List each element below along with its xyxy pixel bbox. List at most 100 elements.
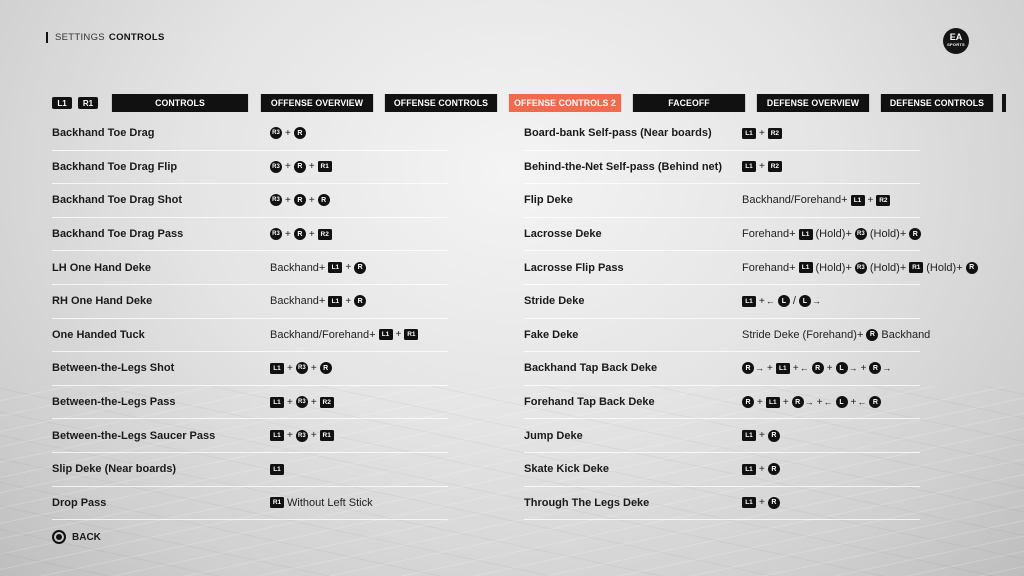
button-combo: R + L1 + R → + ← L + ← R: [742, 396, 882, 409]
plus-sign: +: [792, 362, 799, 374]
shoulder-button-icon: R2: [876, 194, 891, 206]
plus-sign: +: [757, 396, 763, 408]
tab-faceoff[interactable]: FACEOFF: [632, 94, 746, 112]
plus-sign: +: [285, 127, 291, 139]
control-name: Board-bank Self-pass (Near boards): [524, 127, 712, 140]
back-button[interactable]: BACK: [52, 530, 101, 544]
tab-offense-overview[interactable]: OFFENSE OVERVIEW: [260, 94, 374, 112]
stick-click-icon: R3: [295, 362, 308, 375]
logo-text: EA: [949, 32, 963, 42]
plus-sign: +: [287, 362, 293, 374]
control-row: Backhand Toe Drag Pass R3 + R + R2: [52, 218, 448, 252]
control-row: Fake Deke Stride Deke (Forehand)+ R Backhan…: [524, 319, 930, 353]
shoulder-button-icon: L1: [742, 127, 756, 139]
control-name: Backhand Toe Drag Flip: [52, 160, 178, 173]
plus-sign: +: [759, 127, 765, 139]
stick-click-icon: R3: [295, 396, 308, 409]
analog-stick-icon: L: [798, 295, 811, 308]
button-combo: Backhand+ L1 + R: [270, 295, 367, 308]
shoulder-button-icon: L1: [850, 194, 865, 206]
button-combo: L1: [270, 463, 284, 475]
shoulder-button-icon: L1: [742, 463, 756, 475]
combo-text: Backhand: [881, 328, 931, 341]
breadcrumb-parent: SETTINGS: [55, 32, 105, 43]
plus-sign: +: [310, 396, 317, 408]
control-name: Between-the-Legs Pass: [52, 396, 176, 409]
control-name: Lacrosse Deke: [524, 228, 602, 241]
control-row: Lacrosse Flip Pass Forehand+ L1 (Hold)+ R3 (H…: [524, 251, 978, 285]
combo-text: Stride Deke (Forehand)+: [742, 328, 864, 341]
plus-sign: +: [759, 497, 765, 509]
plus-sign: +: [767, 362, 773, 374]
plus-sign: +: [867, 194, 874, 206]
analog-stick-icon: L: [835, 362, 848, 375]
plus-sign: +: [287, 396, 293, 408]
control-row: Drop Pass R1 Without Left Stick: [52, 487, 448, 521]
shoulder-button-icon: R2: [767, 127, 782, 139]
r1-bumper-icon[interactable]: R1: [78, 97, 98, 109]
direction-arrow-icon: ←: [857, 397, 867, 408]
tab-offense-controls[interactable]: OFFENSE CONTROLS: [384, 94, 498, 112]
control-name: Fake Deke: [524, 328, 579, 341]
control-name: Behind-the-Net Self-pass (Behind net): [524, 160, 723, 173]
ea-sports-logo: EA SPORTS: [943, 28, 969, 54]
analog-stick-icon: R: [354, 295, 367, 308]
combo-text: Forehand+: [742, 261, 796, 274]
direction-arrow-icon: ←: [799, 363, 809, 374]
control-row: Backhand Toe Drag R3 + R: [52, 117, 448, 151]
shoulder-button-icon: L1: [798, 228, 813, 240]
back-label: BACK: [72, 531, 101, 543]
shoulder-button-icon: R1: [909, 262, 924, 274]
stick-click-icon: R3: [295, 429, 308, 442]
button-combo: L1 + R3 + R: [270, 362, 332, 375]
analog-stick-icon: R: [293, 127, 306, 140]
shoulder-button-icon: L1: [270, 396, 284, 408]
stick-click-icon: R3: [270, 127, 282, 140]
button-combo: Stride Deke (Forehand)+ R Backhand: [742, 328, 931, 341]
plus-sign: +: [759, 463, 765, 475]
control-name: Stride Deke: [524, 295, 585, 308]
plus-sign: +: [759, 161, 765, 173]
plus-sign: +: [782, 396, 789, 408]
control-row: Board-bank Self-pass (Near boards) L1 + R2: [524, 117, 920, 151]
control-name: Jump Deke: [524, 429, 583, 442]
control-name: Forehand Tap Back Deke: [524, 396, 655, 409]
button-combo: L1 + ← L / L →: [742, 295, 821, 308]
shoulder-button-icon: L1: [775, 362, 790, 374]
plus-sign: +: [395, 329, 402, 341]
direction-arrow-icon: →: [755, 363, 764, 374]
breadcrumb: SETTINGS CONTROLS: [46, 32, 165, 43]
l1-bumper-icon[interactable]: L1: [52, 97, 72, 109]
plus-sign: +: [826, 362, 833, 374]
control-row: Slip Deke (Near boards) L1: [52, 453, 448, 487]
control-row: Stride Deke L1 + ← L / L →: [524, 285, 920, 319]
combo-text: Backhand+: [270, 295, 326, 308]
analog-stick-icon: L: [777, 295, 790, 308]
control-row: Between-the-Legs Pass L1 + R3 + R2: [52, 386, 448, 420]
plus-sign: +: [285, 161, 291, 173]
plus-sign: +: [285, 228, 291, 240]
control-name: One Handed Tuck: [52, 328, 145, 341]
combo-text: Backhand/Forehand+: [742, 194, 848, 207]
analog-stick-icon: R: [767, 429, 780, 442]
control-row: Backhand Toe Drag Shot R3 + R + R: [52, 184, 448, 218]
tab-bar-end: [1002, 94, 1006, 112]
controls-list-left: Backhand Toe Drag R3 + R Backhand Toe Drag F…: [52, 117, 448, 521]
tab-defense-controls[interactable]: DEFENSE CONTROLS: [880, 94, 994, 112]
tab-defense-overview[interactable]: DEFENSE OVERVIEW: [756, 94, 870, 112]
shoulder-button-icon: R1: [317, 161, 332, 173]
tab-offense-controls-2[interactable]: OFFENSE CONTROLS 2: [508, 94, 622, 112]
direction-arrow-icon: ←: [765, 296, 775, 307]
controls-list-right: Board-bank Self-pass (Near boards) L1 + R2 B…: [524, 117, 978, 521]
combo-text: (Hold)+: [815, 228, 852, 241]
analog-stick-icon: R: [869, 396, 882, 409]
plus-sign: +: [308, 228, 315, 240]
shoulder-button-icon: L1: [742, 295, 756, 307]
control-row: Between-the-Legs Shot L1 + R3 + R: [52, 352, 448, 386]
tab-controls[interactable]: CONTROLS: [111, 94, 249, 112]
button-combo: L1 + R: [742, 496, 780, 509]
stick-click-icon: R3: [270, 194, 282, 207]
shoulder-button-icon: L1: [742, 430, 756, 442]
control-name: Slip Deke (Near boards): [52, 463, 177, 476]
control-row: Backhand Toe Drag Flip R3 + R + R1: [52, 151, 448, 185]
